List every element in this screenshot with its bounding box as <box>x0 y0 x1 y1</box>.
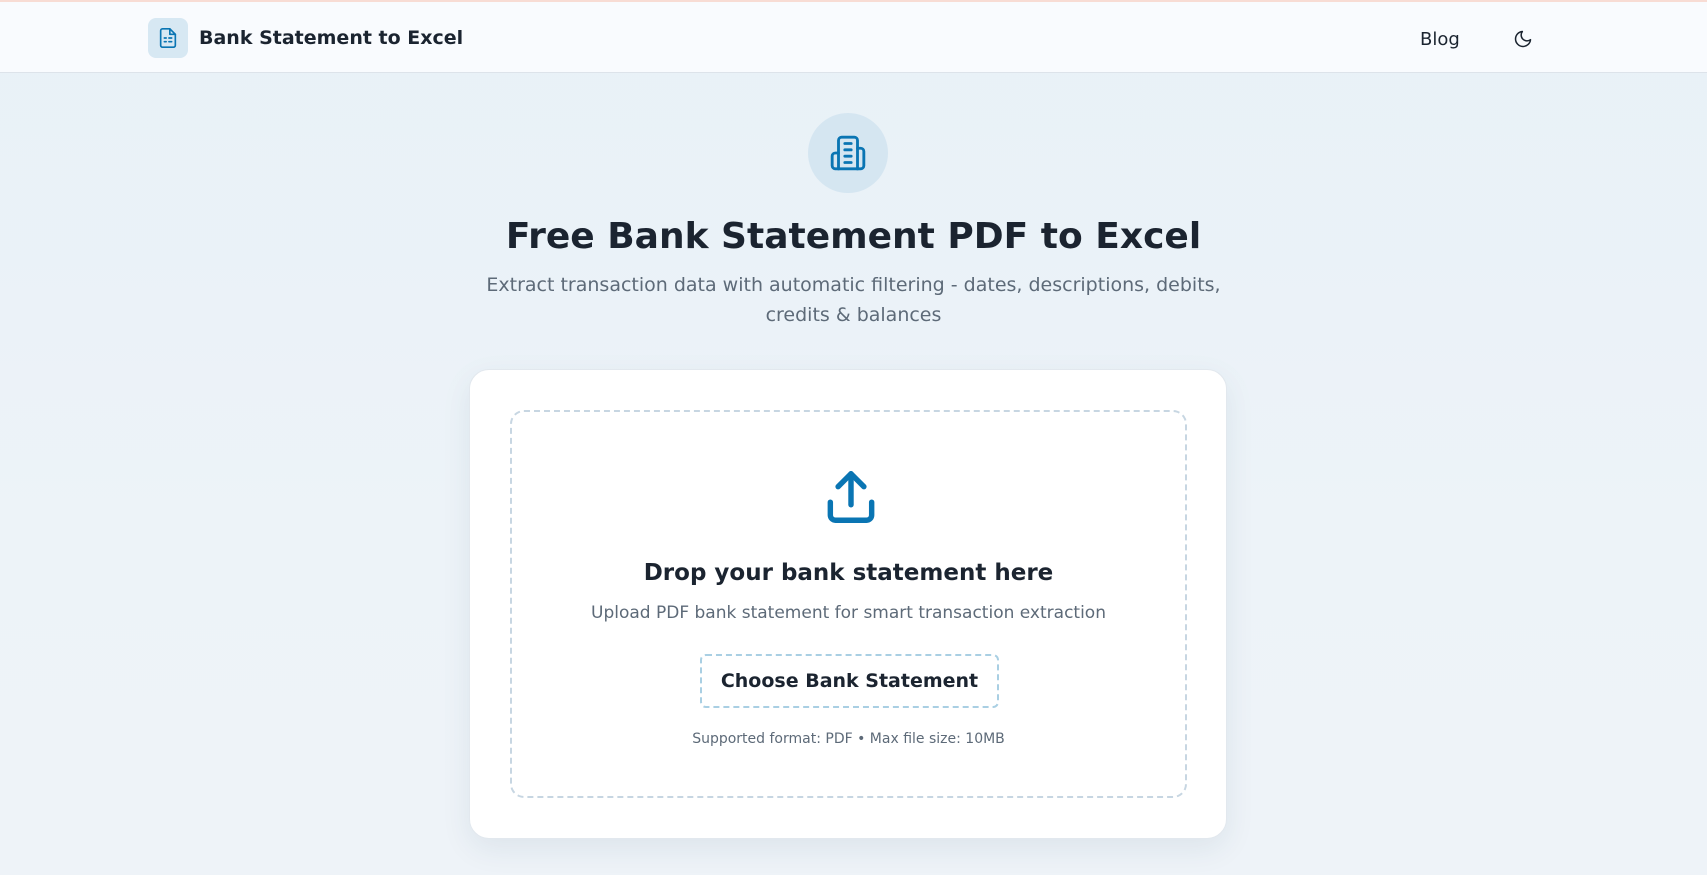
page-title: Free Bank Statement PDF to Excel <box>505 216 1202 257</box>
choose-bank-statement-button[interactable]: Choose Bank Statement <box>700 654 999 708</box>
upload-card: Drop your bank statement here Upload PDF… <box>469 369 1227 839</box>
document-icon <box>148 18 188 58</box>
top-navbar: Bank Statement to Excel Blog <box>0 2 1707 73</box>
brand-title: Bank Statement to Excel <box>199 27 464 49</box>
nav-link-blog[interactable]: Blog <box>1420 26 1460 54</box>
upload-icon <box>820 466 882 528</box>
file-dropzone[interactable]: Drop your bank statement here Upload PDF… <box>510 410 1187 798</box>
supported-format-note: Supported format: PDF • Max file size: 1… <box>692 731 1005 747</box>
moon-icon <box>1513 29 1533 52</box>
theme-toggle-button[interactable] <box>1508 27 1538 53</box>
brand-link[interactable]: Bank Statement to Excel <box>148 18 463 58</box>
dropzone-title: Drop your bank statement here <box>643 560 1054 586</box>
page-subtitle: Extract transaction data with automatic … <box>486 274 1221 326</box>
bank-building-icon <box>808 113 888 193</box>
dropzone-subtitle: Upload PDF bank statement for smart tran… <box>591 603 1106 623</box>
